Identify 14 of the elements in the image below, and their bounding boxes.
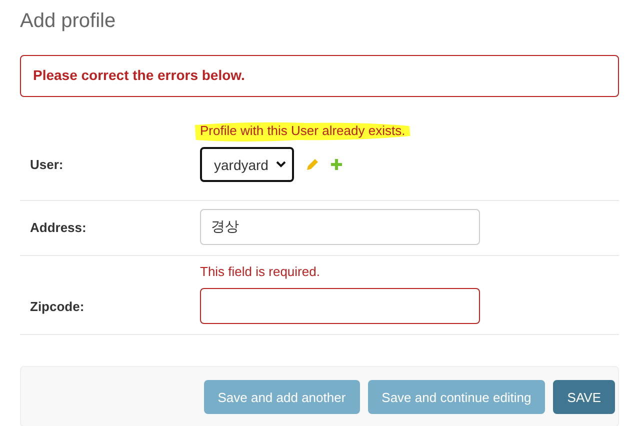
user-select[interactable]: yardyard <box>200 147 294 182</box>
text-field[interactable]: 경상 <box>200 209 480 245</box>
error-message: Profile with this User already exists. <box>200 123 406 138</box>
text-field[interactable] <box>200 288 480 324</box>
save-button[interactable]: SAVE <box>553 380 615 414</box>
plus-icon[interactable] <box>331 159 342 170</box>
field-label: Zipcode: <box>30 298 86 314</box>
field-label: User: <box>30 157 64 172</box>
field-label: Address: <box>30 220 88 234</box>
page-title: Add profile <box>20 9 117 34</box>
pencil-icon[interactable] <box>306 158 320 171</box>
chevron-down-icon <box>276 161 286 168</box>
error-note: Please correct the errors below. <box>20 55 619 97</box>
error-message: This field is required. <box>200 264 320 279</box>
